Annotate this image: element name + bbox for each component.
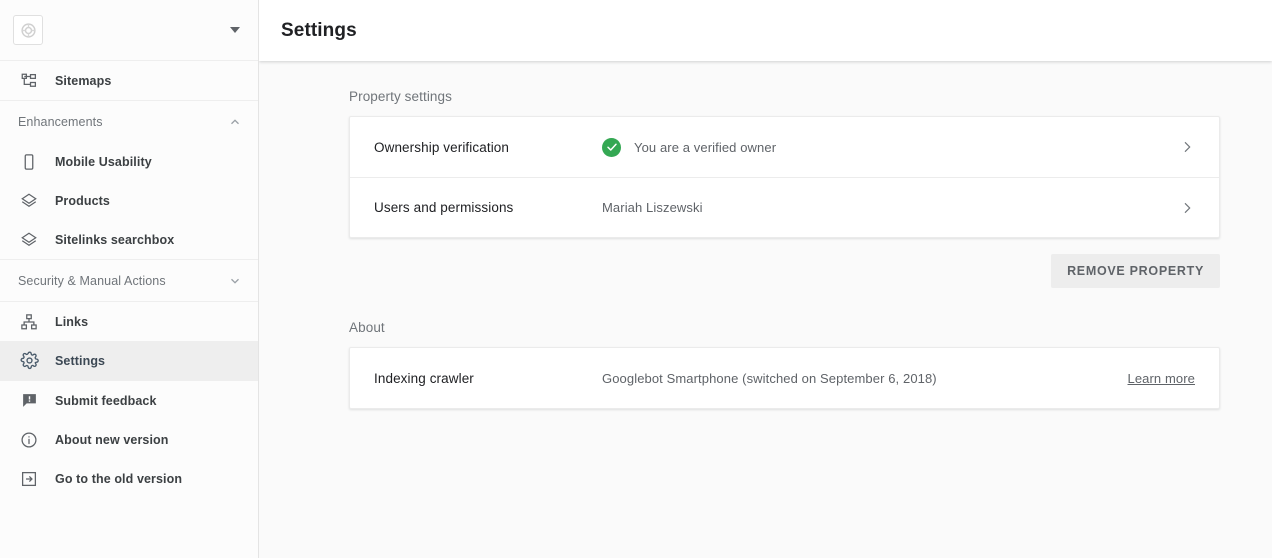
feedback-bubble-icon	[18, 390, 40, 412]
row-value-container: Googlebot Smartphone (switched on Septem…	[602, 371, 1128, 386]
sitemap-tree-icon	[18, 70, 40, 92]
section-header-enhancements[interactable]: Enhancements	[0, 101, 258, 142]
sidebar-item-label: Links	[55, 315, 88, 329]
row-indexing-crawler: Indexing crawler Googlebot Smartphone (s…	[350, 348, 1219, 408]
top-bar: Settings	[259, 0, 1272, 61]
gear-icon	[18, 350, 40, 372]
row-label: Users and permissions	[374, 200, 602, 215]
nav-group-tools: Links Settings	[0, 302, 258, 381]
nav-group-sitemaps: Sitemaps	[0, 61, 258, 101]
sidebar-item-label: About new version	[55, 433, 169, 447]
sidebar-item-label: Mobile Usability	[55, 155, 152, 169]
settings-content: Property settings Ownership verification…	[259, 61, 1272, 409]
links-hierarchy-icon	[18, 311, 40, 333]
nav-group-footer: Submit feedback About new version	[0, 381, 258, 498]
row-ownership-verification[interactable]: Ownership verification You are a verifie…	[350, 117, 1219, 177]
chevron-down-icon[interactable]	[228, 274, 242, 288]
row-value-text: Mariah Liszewski	[602, 200, 703, 215]
layers-icon	[18, 229, 40, 251]
about-card: Indexing crawler Googlebot Smartphone (s…	[349, 347, 1220, 409]
nav-group-security: Security & Manual Actions	[0, 260, 258, 302]
property-settings-section-title: Property settings	[349, 89, 1220, 104]
sidebar-item-label: Sitemaps	[55, 74, 111, 88]
sidebar-item-mobile-usability[interactable]: Mobile Usability	[0, 142, 258, 181]
section-header-security-manual-actions[interactable]: Security & Manual Actions	[0, 260, 258, 301]
remove-property-button-row: REMOVE PROPERTY	[349, 254, 1220, 288]
about-section-title: About	[349, 320, 1220, 335]
page-title: Settings	[281, 20, 357, 42]
sidebar: Sitemaps Enhancements Mobile Usabi	[0, 0, 259, 558]
row-value-text: Googlebot Smartphone (switched on Septem…	[602, 371, 937, 386]
chevron-right-icon[interactable]	[1179, 139, 1195, 155]
sidebar-item-go-to-old-version[interactable]: Go to the old version	[0, 459, 258, 498]
row-value-container: You are a verified owner	[602, 138, 1179, 157]
nav-group-enhancements: Enhancements Mobile Usability	[0, 101, 258, 260]
sidebar-item-label: Go to the old version	[55, 472, 182, 486]
layers-icon	[18, 190, 40, 212]
row-value-container: Mariah Liszewski	[602, 200, 1179, 215]
row-label: Indexing crawler	[374, 371, 602, 386]
sidebar-item-sitelinks-searchbox[interactable]: Sitelinks searchbox	[0, 220, 258, 259]
mobile-phone-icon	[18, 151, 40, 173]
sidebar-item-links[interactable]: Links	[0, 302, 258, 341]
row-users-and-permissions[interactable]: Users and permissions Mariah Liszewski	[350, 177, 1219, 237]
sidebar-item-products[interactable]: Products	[0, 181, 258, 220]
app-root: Sitemaps Enhancements Mobile Usabi	[0, 0, 1272, 558]
property-picker[interactable]	[0, 0, 258, 61]
verified-check-icon	[602, 138, 621, 157]
section-header-label: Enhancements	[18, 115, 228, 129]
sidebar-item-label: Submit feedback	[55, 394, 157, 408]
sidebar-item-about-new-version[interactable]: About new version	[0, 420, 258, 459]
remove-property-button[interactable]: REMOVE PROPERTY	[1051, 254, 1220, 288]
exit-arrow-icon	[18, 468, 40, 490]
sidebar-item-sitemaps[interactable]: Sitemaps	[0, 61, 258, 100]
info-circle-icon	[18, 429, 40, 451]
chevron-up-icon[interactable]	[228, 115, 242, 129]
section-header-label: Security & Manual Actions	[18, 274, 228, 288]
sidebar-item-label: Products	[55, 194, 110, 208]
sidebar-item-label: Sitelinks searchbox	[55, 233, 174, 247]
learn-more-link[interactable]: Learn more	[1128, 371, 1195, 386]
chevron-right-icon[interactable]	[1179, 200, 1195, 216]
property-globe-icon	[13, 15, 43, 45]
caret-down-icon[interactable]	[230, 27, 240, 33]
sidebar-item-label: Settings	[55, 354, 105, 368]
property-settings-card: Ownership verification You are a verifie…	[349, 116, 1220, 238]
main-content: Settings Property settings Ownership ver…	[259, 0, 1272, 558]
sidebar-item-settings[interactable]: Settings	[0, 341, 258, 380]
sidebar-item-submit-feedback[interactable]: Submit feedback	[0, 381, 258, 420]
about-section: About Indexing crawler Googlebot Smartph…	[349, 320, 1220, 409]
row-label: Ownership verification	[374, 140, 602, 155]
row-value-text: You are a verified owner	[634, 140, 776, 155]
